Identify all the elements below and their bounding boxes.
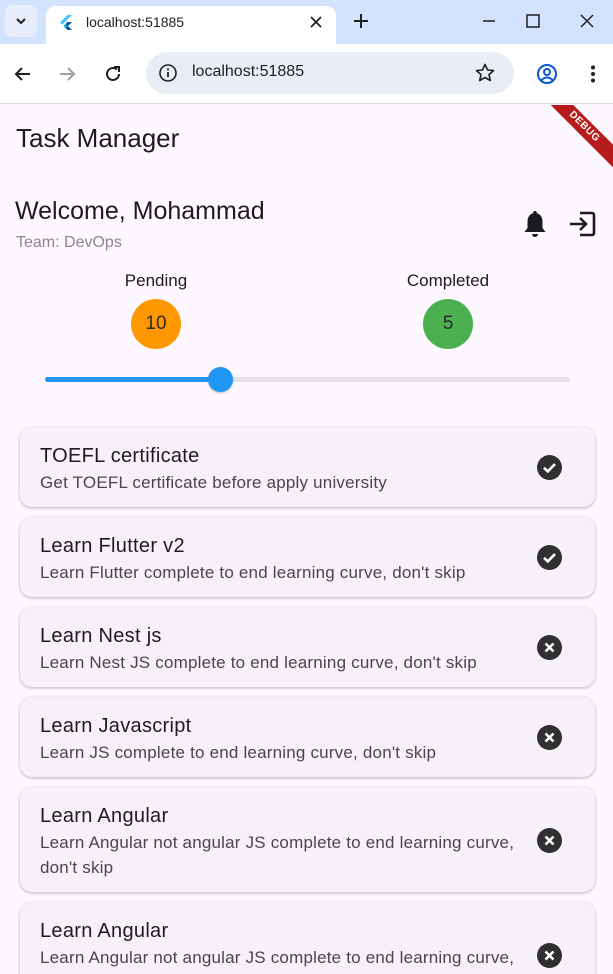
app-viewport: DEBUG Task Manager Welcome, Mohammad Tea…	[0, 105, 613, 974]
bookmark-star-icon[interactable]	[474, 62, 496, 84]
task-card[interactable]: Learn Flutter v2 Learn Flutter complete t…	[20, 517, 595, 597]
task-card[interactable]: TOEFL certificate Get TOEFL certificate b…	[20, 427, 595, 507]
back-arrow-icon[interactable]	[12, 63, 34, 85]
app-bar-title: Task Manager	[16, 123, 180, 153]
close-icon	[310, 16, 322, 28]
flutter-icon	[60, 15, 72, 30]
task-description: Learn Angular not angular JS complete to…	[40, 833, 515, 877]
menu-dots-icon[interactable]	[582, 63, 604, 85]
task-description: Learn Flutter complete to end learning c…	[40, 563, 466, 582]
window-close-icon[interactable]	[576, 10, 598, 32]
browser-toolbar: localhost:51885	[0, 44, 613, 104]
profile-icon[interactable]	[536, 63, 558, 85]
chevron-down-icon	[16, 18, 26, 25]
completed-count-badge: 5	[423, 299, 473, 349]
task-title: Learn Angular	[40, 920, 169, 942]
task-description: Learn Angular not angular JS complete to…	[40, 948, 515, 974]
browser-tab[interactable]: localhost:51885	[46, 6, 336, 44]
slider-fill	[45, 377, 220, 382]
pending-label: Pending	[124, 271, 188, 290]
cancel-circle-icon[interactable]	[537, 725, 562, 750]
tab-title: localhost:51885	[86, 14, 185, 30]
task-card[interactable]: Learn Angular Learn Angular not angular J…	[20, 787, 595, 892]
browser-tab-bar: localhost:51885	[0, 0, 613, 44]
tab-search-button[interactable]	[5, 5, 37, 37]
task-description: Learn JS complete to end learning curve,…	[40, 743, 437, 762]
task-description: Get TOEFL certificate before apply unive…	[40, 473, 387, 492]
notification-bell-icon[interactable]	[521, 210, 549, 240]
welcome-heading: Welcome, Mohammad	[15, 197, 265, 225]
pending-count: 10	[145, 313, 167, 334]
check-circle-icon[interactable]	[537, 545, 562, 570]
minimize-icon[interactable]	[478, 10, 500, 32]
cancel-circle-icon[interactable]	[537, 942, 562, 968]
task-card[interactable]: Learn Angular Learn Angular not angular J…	[20, 902, 595, 974]
task-description: Learn Nest JS complete to end learning c…	[40, 653, 477, 672]
slider-thumb[interactable]	[207, 367, 233, 392]
cancel-circle-icon[interactable]	[537, 827, 562, 853]
task-title: Learn Flutter v2	[40, 535, 185, 557]
cancel-circle-icon[interactable]	[537, 635, 562, 660]
forward-arrow-icon[interactable]	[56, 63, 78, 85]
task-title: TOEFL certificate	[40, 445, 200, 467]
address-bar[interactable]: localhost:51885	[146, 52, 514, 94]
tab-close-button[interactable]	[306, 12, 326, 32]
task-card[interactable]: Learn Javascript Learn JS complete to end…	[20, 697, 595, 777]
completed-label: Completed	[406, 271, 490, 290]
pending-count-badge: 10	[131, 299, 181, 349]
debug-banner: DEBUG	[539, 105, 613, 172]
task-card[interactable]: Learn Nest js Learn Nest JS complete to e…	[20, 607, 595, 687]
task-title: Learn Javascript	[40, 715, 192, 737]
task-title: Learn Nest js	[40, 625, 162, 647]
progress-slider[interactable]	[45, 367, 570, 392]
url-text: localhost:51885	[192, 63, 305, 80]
completed-count: 5	[442, 313, 454, 334]
new-tab-icon[interactable]	[350, 10, 372, 32]
logout-icon[interactable]	[567, 209, 597, 239]
check-circle-icon[interactable]	[537, 455, 562, 480]
site-info-icon[interactable]	[158, 63, 178, 83]
team-label: Team: DevOps	[16, 234, 122, 251]
reload-icon[interactable]	[102, 63, 124, 85]
maximize-icon[interactable]	[522, 10, 544, 32]
task-title: Learn Angular	[40, 805, 169, 827]
task-list: TOEFL certificate Get TOEFL certificate b…	[20, 427, 595, 974]
